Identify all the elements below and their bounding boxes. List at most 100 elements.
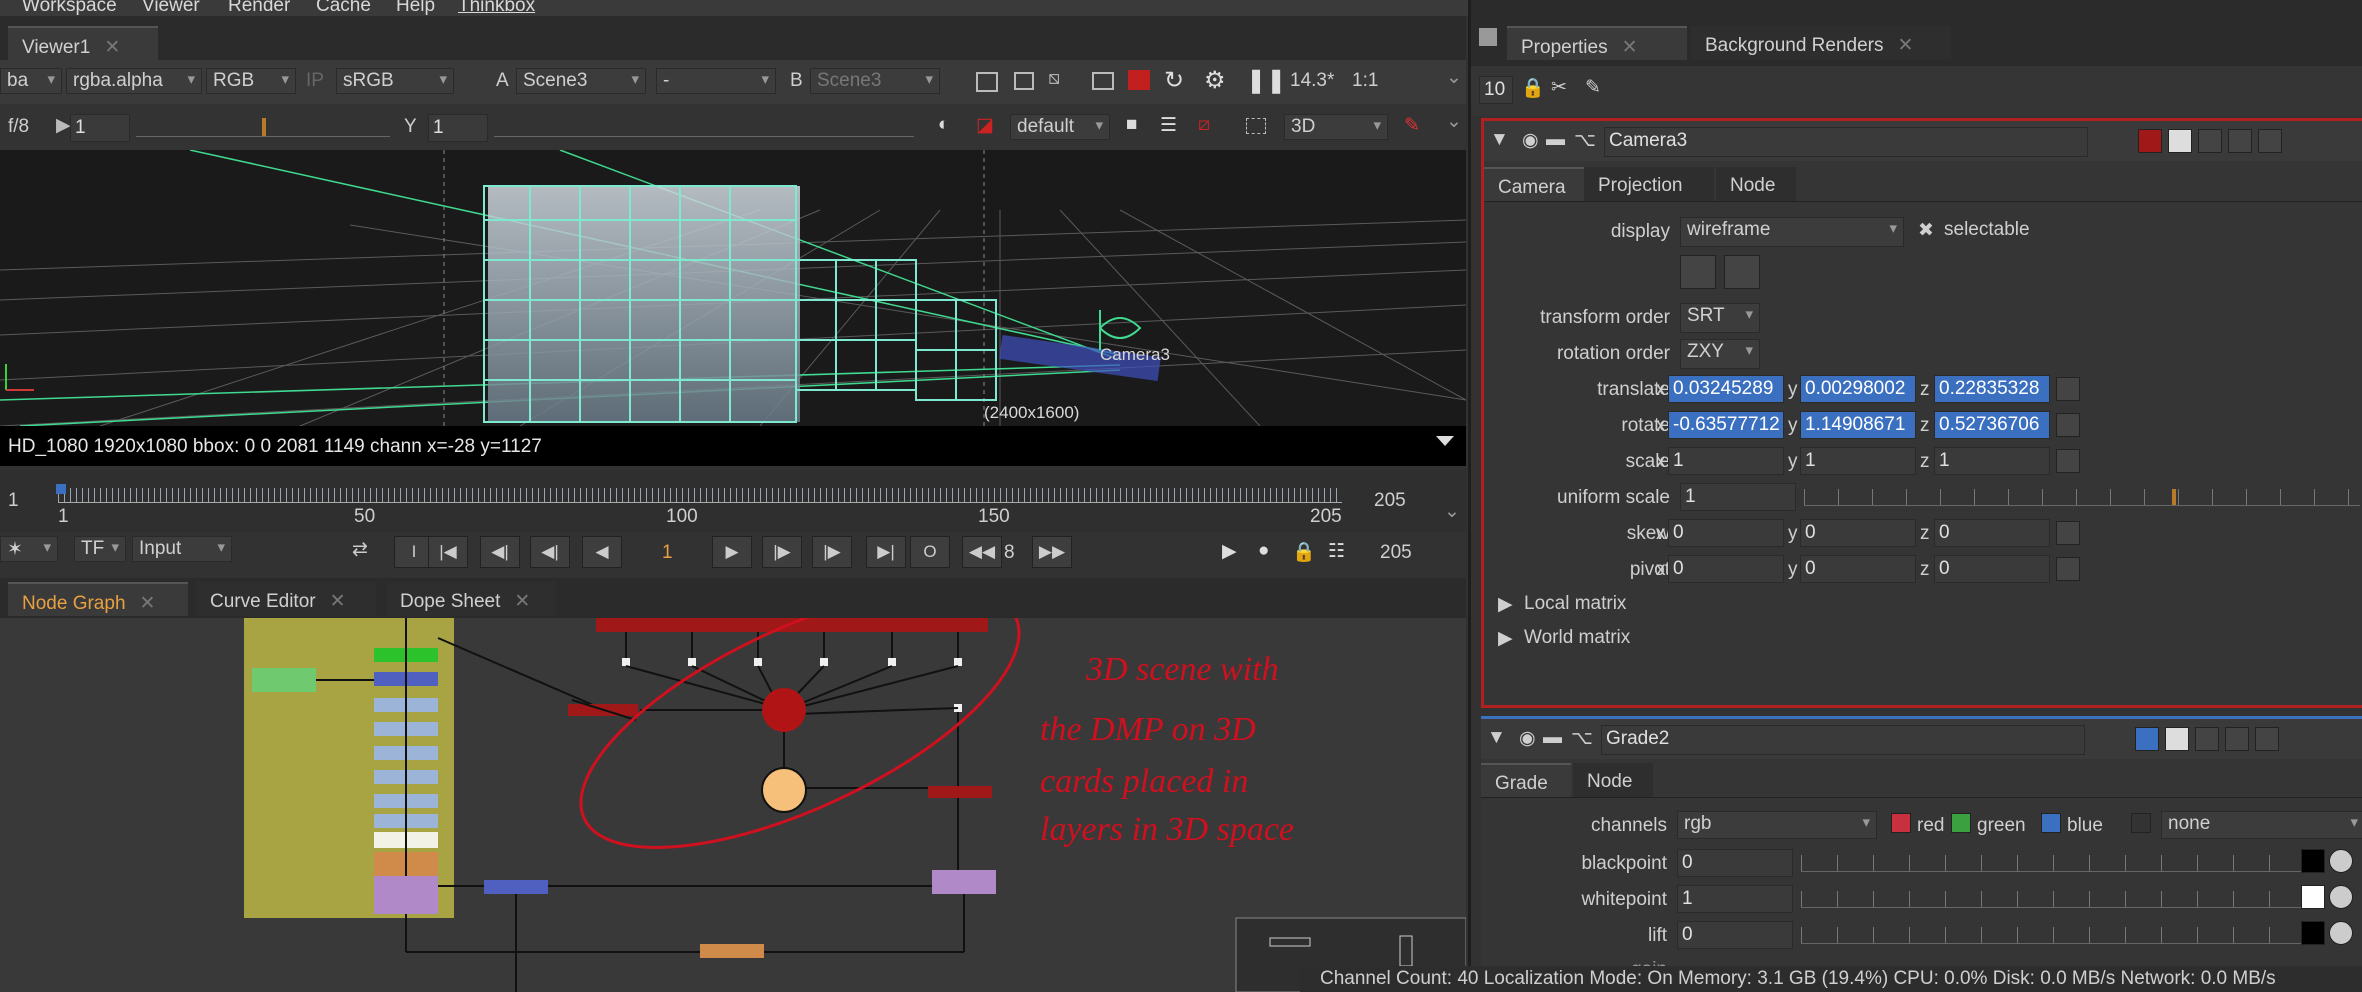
zoom-level[interactable]: 14.3* [1290, 70, 1334, 92]
file-icon[interactable] [1680, 255, 1716, 289]
camera-name-field[interactable]: Camera3 [1604, 127, 2088, 157]
input-dropdown[interactable]: Input [132, 536, 232, 562]
alpha-checkbox[interactable] [2131, 813, 2151, 833]
close-icon[interactable]: ✕ [514, 591, 530, 612]
float-icon[interactable]: ◉ [1519, 727, 1536, 750]
uniform-scale-slider-handle[interactable] [2172, 489, 2176, 505]
whitepoint-field[interactable]: 1 [1677, 885, 1793, 913]
menu-workspace[interactable]: Workspace [22, 0, 117, 17]
menu-icon[interactable]: ☰ [1160, 114, 1177, 137]
transform-order-dropdown[interactable]: SRT [1680, 303, 1760, 333]
tf-dropdown[interactable]: TF [74, 536, 126, 562]
wipe-icon[interactable]: ⧅ [1048, 68, 1060, 90]
grade-node-icon[interactable]: ▬ [1543, 727, 1562, 749]
blackpoint-slider[interactable] [1801, 855, 2321, 872]
translate-x-field[interactable]: 0.03245289 [1668, 375, 1784, 403]
node-tool-icon[interactable]: ⌥ [1574, 129, 1596, 152]
a-input-dropdown[interactable]: Scene3 [516, 68, 646, 94]
skew-z-field[interactable]: 0 [1934, 519, 2050, 547]
subtab-node[interactable]: Node [1573, 763, 1653, 797]
tab-curve-editor[interactable]: Curve Editor ✕ [196, 582, 376, 616]
skip-back-button[interactable]: ◀◀ [962, 536, 1002, 568]
close-icon[interactable]: ✕ [104, 37, 120, 58]
alpha-channel-dropdown[interactable]: rgba.alpha [66, 68, 202, 94]
play-backward-button[interactable]: ◀ [582, 536, 622, 568]
curve-icon[interactable] [2056, 449, 2080, 473]
node-merge-purple[interactable] [932, 870, 996, 894]
node-orange-bottom[interactable] [700, 944, 764, 958]
max-panels-field[interactable]: 10 [1479, 76, 1513, 104]
node-graph-canvas[interactable]: 3D scene with the DMP on 3D cards placed… [0, 618, 1466, 992]
current-frame-field[interactable]: 1 [662, 542, 673, 564]
exposure-icon[interactable]: ◪ [976, 114, 994, 137]
redo-icon[interactable] [2225, 727, 2249, 751]
gain-slider-handle[interactable] [262, 118, 266, 136]
world-matrix-label[interactable]: World matrix [1524, 627, 1630, 649]
axis-icon[interactable] [1724, 255, 1760, 289]
settings-icon[interactable]: ☷ [1328, 540, 1345, 563]
out-point-button[interactable]: O [910, 536, 950, 568]
node-scene[interactable] [762, 688, 806, 732]
view-mode-dropdown[interactable]: 3D [1284, 114, 1388, 140]
menu-thinkbox[interactable]: Thinkbox [458, 0, 535, 17]
timeline-end-field[interactable]: 205 [1374, 490, 1406, 512]
blackpoint-field[interactable]: 0 [1677, 849, 1793, 877]
close-icon[interactable]: ✕ [140, 593, 156, 614]
expand-local-matrix-icon[interactable]: ▶ [1498, 593, 1513, 616]
gamma-slider[interactable] [494, 118, 914, 137]
subtab-projection[interactable]: Projection [1584, 167, 1714, 201]
collapse-icon[interactable]: ▼ [1487, 727, 1506, 749]
tab-viewer1[interactable]: Viewer1 ✕ [8, 26, 158, 60]
curve-icon[interactable] [2056, 413, 2080, 437]
tab-node-graph[interactable]: Node Graph ✕ [8, 582, 188, 616]
lock-panel-icon[interactable]: 🔒 [1521, 76, 1545, 100]
display-channels-dropdown[interactable]: RGB [206, 68, 296, 94]
uniform-scale-field[interactable]: 1 [1680, 483, 1796, 511]
color-wheel-icon[interactable] [2329, 885, 2353, 909]
scale-z-field[interactable]: 1 [1934, 447, 2050, 475]
revert-icon[interactable] [2165, 727, 2189, 751]
chevron-down-icon-2[interactable]: ⌄ [1446, 110, 1462, 133]
curve-icon[interactable] [2056, 377, 2080, 401]
colorspace-dropdown[interactable]: sRGB [336, 68, 454, 94]
paint-icon[interactable]: ⧄ [1198, 114, 1210, 136]
blue-checkbox[interactable] [2041, 813, 2061, 833]
menu-help[interactable]: Help [396, 0, 435, 17]
rotate-x-field[interactable]: -0.63577712 [1668, 411, 1784, 439]
collapse-icon[interactable]: ▼ [1490, 129, 1509, 151]
pin-icon[interactable]: ✎ [1404, 114, 1420, 137]
node-camera[interactable] [761, 767, 807, 813]
float-icon[interactable]: ◉ [1522, 129, 1539, 152]
skew-y-field[interactable]: 0 [1800, 519, 1916, 547]
node-blue-lower[interactable] [484, 880, 548, 894]
chevron-down-icon-3[interactable]: ⌄ [1444, 500, 1460, 523]
pencil-icon[interactable]: ✎ [1585, 76, 1601, 99]
overlay-icon[interactable] [1014, 72, 1034, 90]
close-icon[interactable]: ✕ [1898, 35, 1914, 56]
tab-properties[interactable]: Properties ✕ [1507, 26, 1687, 60]
pause-render-icon[interactable] [1128, 70, 1150, 90]
pane-icon[interactable] [1479, 28, 1497, 46]
local-matrix-label[interactable]: Local matrix [1524, 593, 1626, 615]
last-frame-button[interactable]: ▶| [866, 536, 906, 568]
channels-dropdown[interactable]: rgb [1677, 811, 1877, 839]
b-input-dropdown[interactable]: Scene3 [810, 68, 940, 94]
whitepoint-swatch[interactable] [2301, 885, 2325, 909]
help-icon[interactable] [2258, 129, 2282, 153]
pivot-z-field[interactable]: 0 [1934, 555, 2050, 583]
selectable-checkbox[interactable]: ✖ [1918, 219, 1934, 242]
color-wheel-icon[interactable] [2329, 849, 2353, 873]
ip-button[interactable]: IP [306, 70, 324, 92]
timeline[interactable]: 1 1 50 100 150 205 205 ⌄ [0, 470, 1466, 532]
node-color-swatch[interactable] [2135, 727, 2159, 751]
pivot-x-field[interactable]: 0 [1668, 555, 1784, 583]
rotation-order-dropdown[interactable]: ZXY [1680, 339, 1760, 369]
display-dropdown[interactable]: wireframe [1680, 217, 1904, 247]
subtab-grade[interactable]: Grade [1481, 763, 1571, 797]
pivot-y-field[interactable]: 0 [1800, 555, 1916, 583]
clear-panels-icon[interactable]: ✂ [1551, 76, 1567, 99]
lock-icon[interactable]: 🔒 [1292, 540, 1316, 564]
menu-render[interactable]: Render [228, 0, 290, 17]
clipping-icon[interactable]: ◐ [938, 114, 949, 136]
select-icon[interactable] [1246, 118, 1266, 134]
